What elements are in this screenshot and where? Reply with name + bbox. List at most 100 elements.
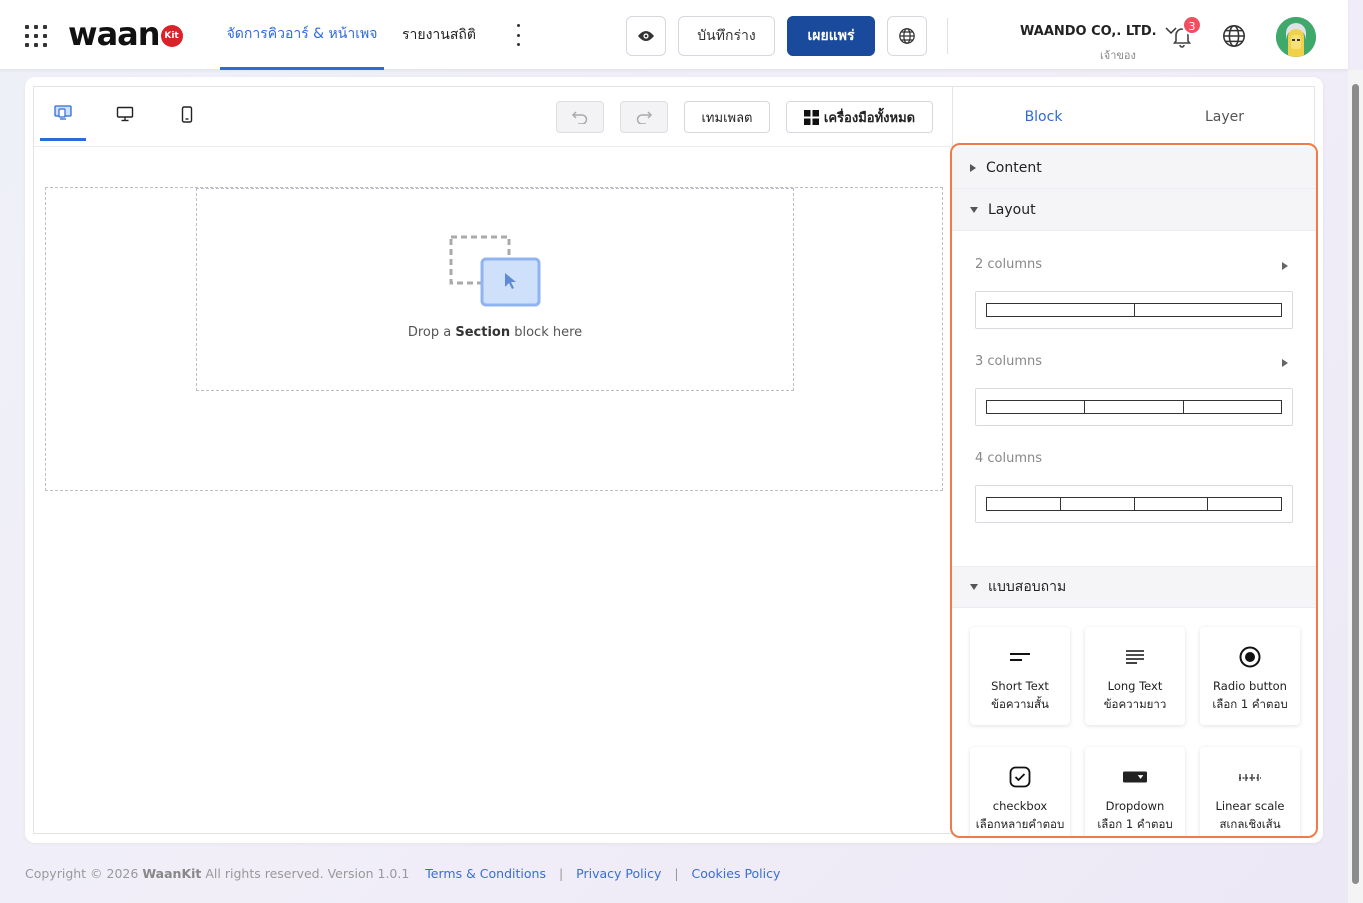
globe-icon — [899, 28, 915, 44]
undo-button[interactable] — [556, 101, 604, 133]
column-preview — [986, 303, 1282, 317]
publish-label: เผยแพร่ — [807, 28, 855, 44]
column-preview — [986, 400, 1282, 414]
copyright-prefix: Copyright © 2026 — [25, 866, 139, 881]
survey-block-subtitle: เลือก 1 คำตอบ — [1097, 817, 1173, 831]
footer-separator: | — [674, 866, 679, 881]
drop-hint: Drop a Section block here — [197, 325, 793, 340]
site-language-button[interactable] — [887, 16, 927, 56]
layout-4-columns-label: 4 columns — [975, 451, 1043, 466]
tab-block[interactable]: Block — [953, 87, 1134, 147]
survey-block-title: Short Text — [991, 679, 1049, 693]
editor-area: เทมเพลต เครื่องมือทั้งหมด Drop a Section… — [33, 86, 953, 834]
caret-down-icon — [970, 584, 978, 590]
layout-2-columns-block[interactable] — [975, 291, 1293, 329]
layout-3-columns-block[interactable] — [975, 388, 1293, 426]
survey-block-title: Radio button — [1213, 679, 1287, 693]
survey-block-subtitle: เลือก 1 คำตอบ — [1212, 697, 1288, 711]
all-tools-button[interactable]: เครื่องมือทั้งหมด — [786, 101, 933, 133]
dropdown-icon — [1123, 765, 1147, 789]
terms-link[interactable]: Terms & Conditions — [425, 866, 546, 881]
nav-tab-qr-pages[interactable]: จัดการคิวอาร์ & หน้าเพจ — [220, 0, 384, 70]
survey-block-radio[interactable]: Radio button เลือก 1 คำตอบ — [1200, 627, 1300, 725]
survey-block-title: Dropdown — [1105, 799, 1165, 813]
logo-text: waan — [68, 15, 161, 53]
preview-button[interactable] — [626, 16, 666, 56]
mobile-icon — [181, 105, 193, 123]
tab-block-label: Block — [1024, 109, 1063, 125]
caret-down-icon — [970, 206, 978, 213]
company-name: WAANDO CO,. LTD. — [1020, 24, 1157, 39]
tab-layer[interactable]: Layer — [1134, 87, 1315, 147]
page-scrollbar[interactable] — [1348, 70, 1363, 903]
device-tab-desktop[interactable] — [102, 87, 148, 141]
save-draft-label: บันทึกร่าง — [697, 28, 756, 44]
drop-hint-suffix: block here — [514, 325, 583, 340]
drop-hint-prefix: Drop a — [407, 325, 452, 340]
apps-grid-icon[interactable] — [25, 25, 47, 47]
section-survey-label: แบบสอบถาม — [988, 579, 1067, 595]
section-survey-header[interactable]: แบบสอบถาม — [952, 566, 1316, 608]
scrollbar-thumb[interactable] — [1352, 84, 1359, 884]
survey-block-subtitle: ข้อความยาว — [1103, 697, 1167, 711]
responsive-view-icon — [54, 104, 72, 120]
radio-icon — [1238, 645, 1262, 669]
company-role: เจ้าของ — [1100, 49, 1136, 62]
copyright-brand: WaanKit — [142, 866, 202, 881]
language-globe-icon[interactable] — [1222, 24, 1246, 48]
linear-scale-icon — [1238, 765, 1262, 789]
survey-block-dropdown[interactable]: Dropdown เลือก 1 คำตอบ — [1085, 747, 1185, 836]
privacy-link[interactable]: Privacy Policy — [576, 866, 661, 881]
section-content-header[interactable]: Content — [952, 147, 1316, 189]
template-button[interactable]: เทมเพลต — [684, 101, 770, 133]
footer: Copyright © 2026 WaanKit All rights rese… — [25, 866, 780, 881]
save-draft-button[interactable]: บันทึกร่าง — [678, 16, 775, 56]
header-divider — [947, 18, 948, 54]
survey-block-checkbox[interactable]: checkbox เลือกหลายคำตอบ — [970, 747, 1070, 836]
survey-block-linear-scale[interactable]: Linear scale สเกลเชิงเส้น — [1200, 747, 1300, 836]
logo[interactable]: waan Kit — [68, 14, 183, 54]
section-layout-header[interactable]: Layout — [952, 189, 1316, 231]
caret-right-icon[interactable] — [1282, 262, 1288, 270]
user-avatar[interactable] — [1276, 17, 1316, 57]
template-label: เทมเพลต — [701, 110, 753, 126]
section-layout-label: Layout — [988, 201, 1036, 218]
survey-block-title: checkbox — [992, 799, 1048, 813]
survey-block-subtitle: เลือกหลายคำตอบ — [975, 817, 1065, 831]
section-content-label: Content — [986, 159, 1042, 176]
nav-tab-label: รายงานสถิติ — [402, 27, 476, 43]
company-selector[interactable]: WAANDO CO,. LTD. — [1020, 24, 1177, 39]
nav-tab-statistics[interactable]: รายงานสถิติ — [394, 0, 484, 70]
cookies-link[interactable]: Cookies Policy — [692, 866, 781, 881]
publish-button[interactable]: เผยแพร่ — [787, 16, 875, 56]
copyright-suffix: All rights reserved. Version 1.0.1 — [205, 866, 410, 881]
desktop-icon — [116, 106, 134, 122]
layout-3-columns-label: 3 columns — [975, 354, 1043, 369]
column-preview — [986, 497, 1282, 511]
page-canvas[interactable]: Drop a Section block here — [45, 187, 943, 491]
editor-toolbar: เทมเพลต เครื่องมือทั้งหมด — [34, 87, 952, 147]
block-list: Content Layout 2 columns 3 columns 4 col… — [950, 143, 1318, 838]
device-tab-responsive[interactable] — [40, 87, 86, 141]
more-menu-icon[interactable] — [512, 24, 524, 46]
checkbox-icon — [1008, 765, 1032, 789]
survey-block-title: Long Text — [1107, 679, 1163, 693]
survey-block-long-text[interactable]: Long Text ข้อความยาว — [1085, 627, 1185, 725]
device-tab-mobile[interactable] — [164, 87, 210, 141]
layout-4-columns-block[interactable] — [975, 485, 1293, 523]
grid-blocks-icon — [803, 109, 819, 125]
survey-block-subtitle: สเกลเชิงเส้น — [1219, 817, 1281, 831]
redo-button[interactable] — [620, 101, 668, 133]
eye-icon — [638, 31, 654, 41]
caret-right-icon[interactable] — [1282, 359, 1288, 367]
notification-badge: 3 — [1182, 15, 1202, 35]
survey-block-subtitle: ข้อความสั้น — [991, 697, 1049, 711]
logo-badge: Kit — [160, 25, 183, 47]
section-drop-zone[interactable]: Drop a Section block here — [196, 188, 794, 391]
short-text-icon — [1008, 645, 1032, 669]
drop-hint-bold: Section — [455, 325, 511, 340]
layout-2-columns-label: 2 columns — [975, 257, 1043, 272]
survey-block-title: Linear scale — [1215, 799, 1285, 813]
nav-tab-label: จัดการคิวอาร์ & หน้าเพจ — [226, 25, 378, 42]
survey-block-short-text[interactable]: Short Text ข้อความสั้น — [970, 627, 1070, 725]
